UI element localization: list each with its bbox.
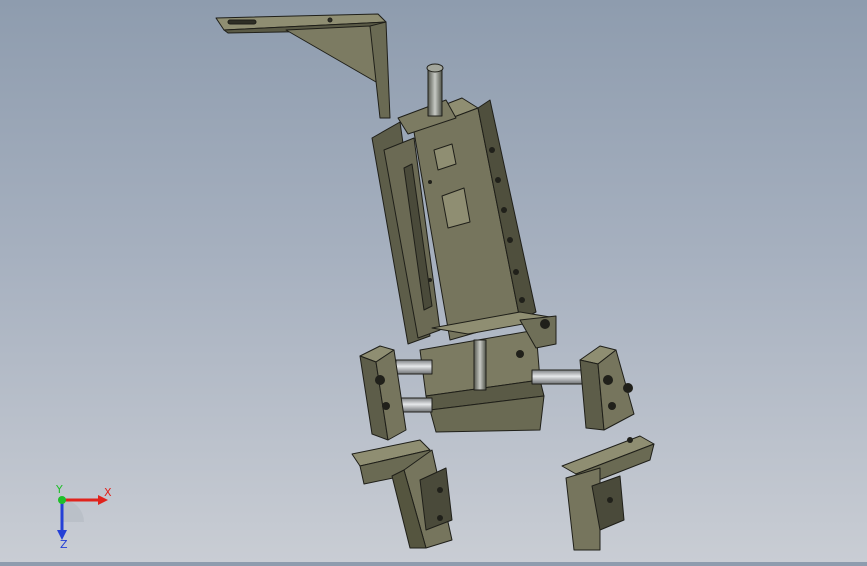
x-axis-label: X: [104, 486, 112, 499]
top-mounting-bracket: [215, 13, 391, 119]
y-axis-label: Y: [55, 483, 63, 496]
cad-3d-viewport[interactable]: [0, 0, 867, 562]
z-axis-label: Z: [60, 538, 68, 550]
top-piston-rod: [426, 63, 444, 117]
coordinate-triad: X Y Z: [55, 483, 112, 550]
linear-slide-body: [371, 97, 537, 345]
gripper-assembly-model[interactable]: [0, 0, 867, 562]
y-axis-dot: [58, 496, 66, 504]
triad-plane: [62, 500, 84, 522]
